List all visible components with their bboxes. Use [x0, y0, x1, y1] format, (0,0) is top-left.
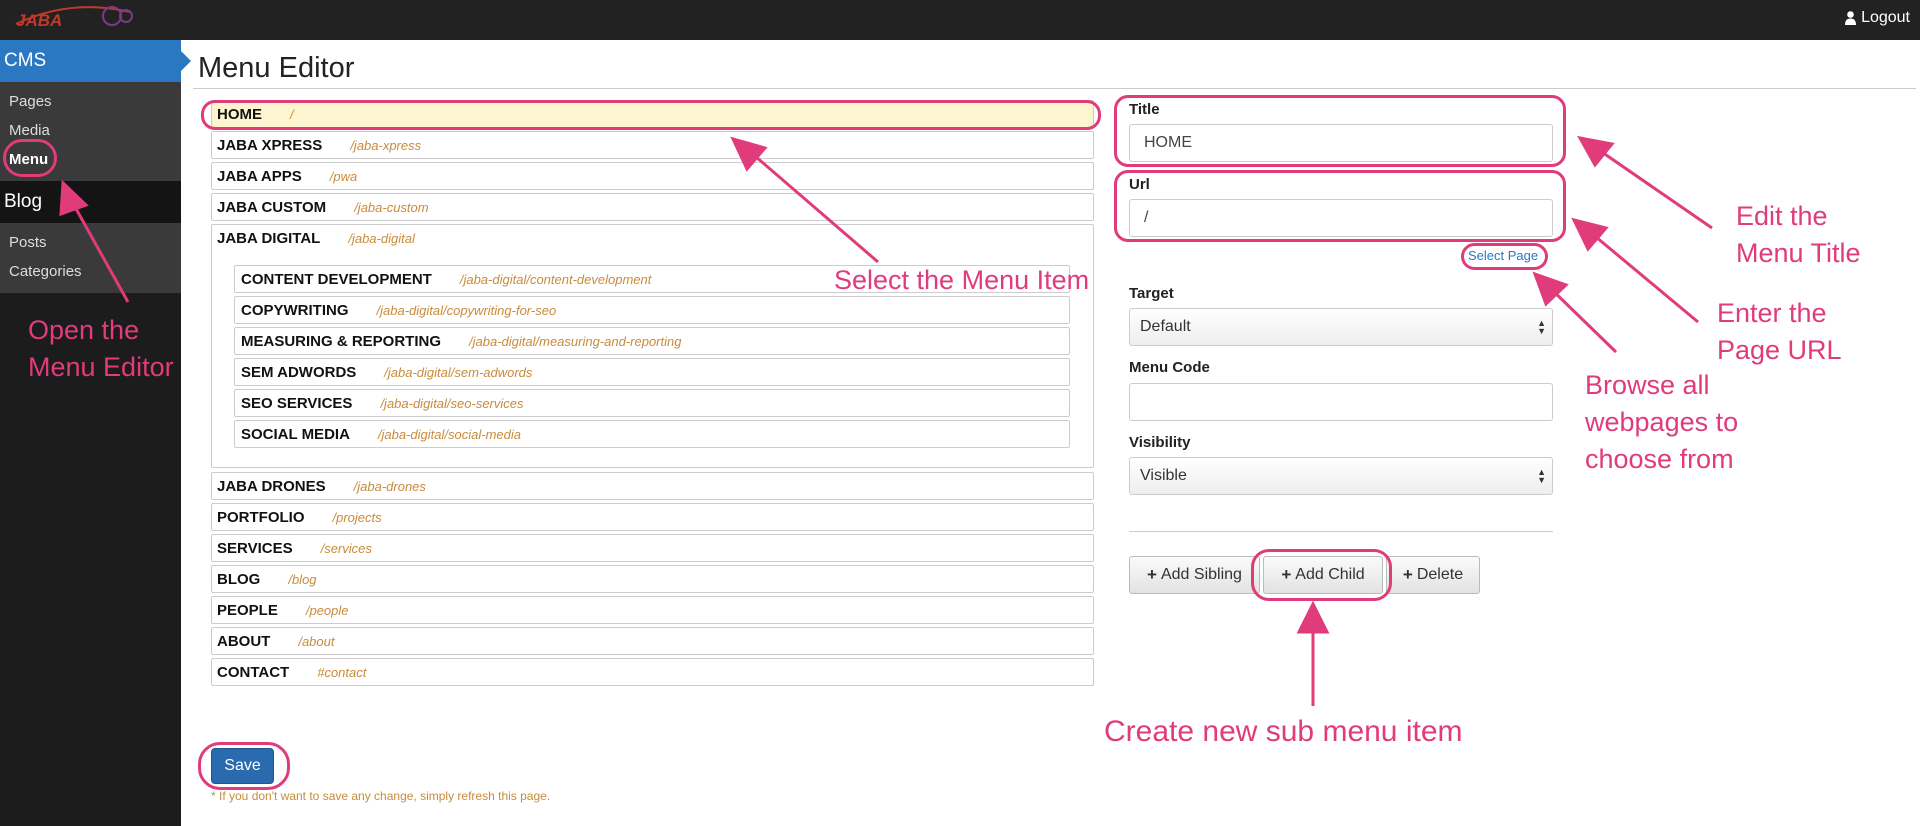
annotation-browse-webpages: Browse all webpages to choose from: [1585, 370, 1739, 474]
annotation-enter-page-url: Enter the Page URL: [1717, 298, 1842, 365]
arrow-head-icon: [1577, 135, 1615, 168]
annotation-create-sub-menu: Create new sub menu item: [1104, 715, 1463, 748]
arrow-head-icon: [59, 179, 89, 217]
annotation-select-menu-item: Select the Menu Item: [834, 265, 1090, 295]
annotation-open-menu-editor: Open the Menu Editor: [28, 315, 174, 382]
arrow-head-icon: [1296, 600, 1330, 634]
arrow-head-icon: [1571, 217, 1609, 252]
arrow-head-icon: [730, 136, 768, 172]
annotation-edit-menu-title: Edit the Menu Title: [1736, 201, 1861, 268]
